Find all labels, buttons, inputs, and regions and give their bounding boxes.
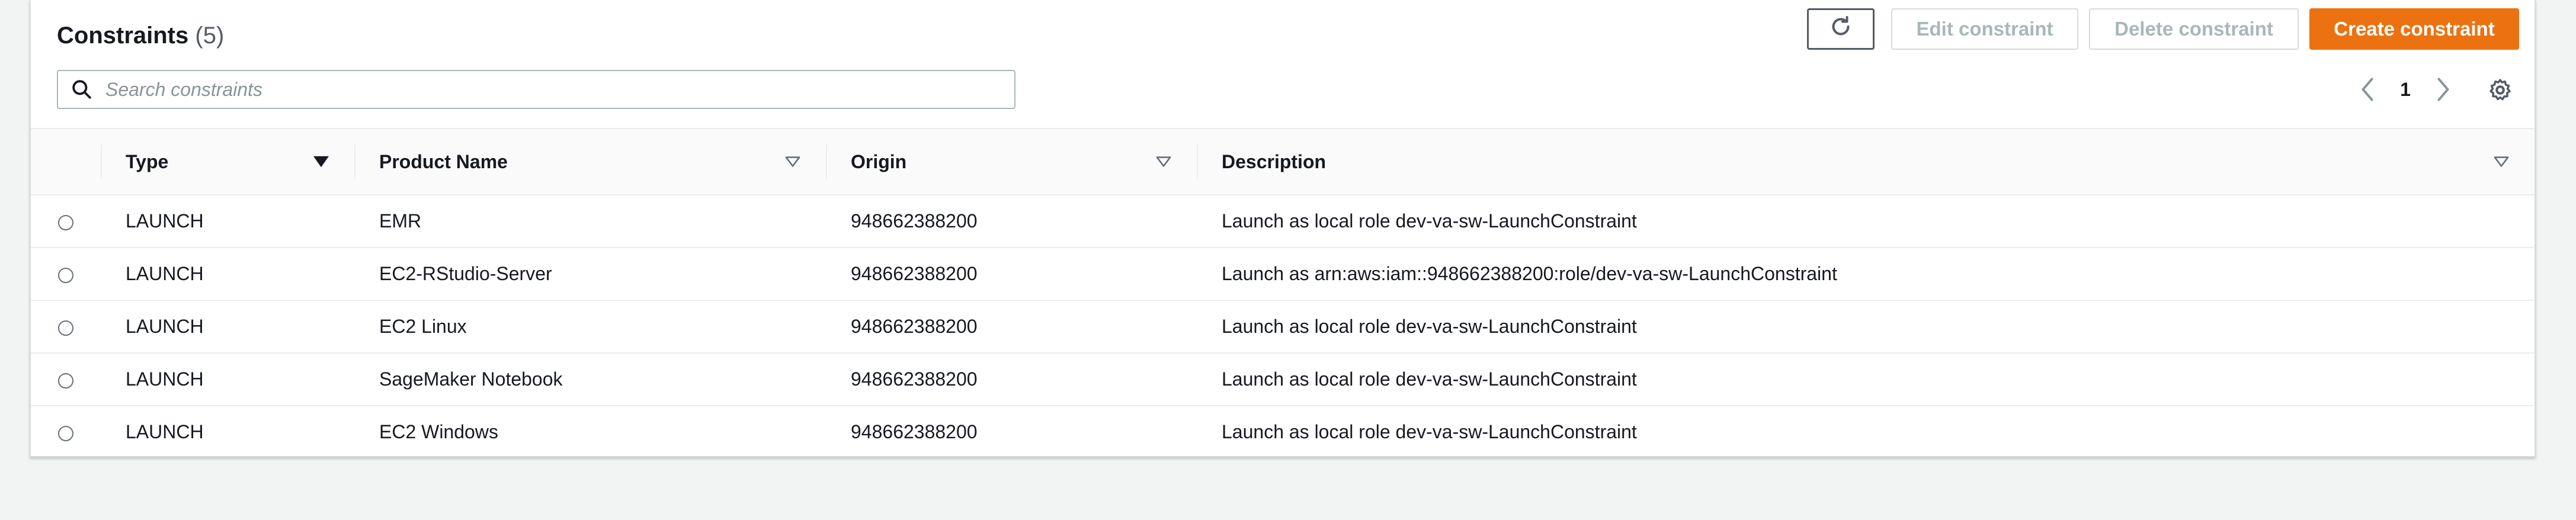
page-title: Constraints (5) — [57, 21, 224, 50]
cell-origin: 948662388200 — [851, 421, 978, 442]
cell-origin: 948662388200 — [826, 300, 1197, 354]
table-row[interactable]: LAUNCH EC2 Linux 948662388200 Launch as … — [31, 300, 2535, 354]
cell-type: LAUNCH — [101, 300, 354, 354]
column-divider — [1197, 145, 1198, 179]
select-column-header — [31, 128, 101, 195]
sort-descending-icon[interactable] — [312, 152, 331, 171]
chevron-left-icon — [2362, 78, 2373, 101]
cell-type: LAUNCH — [126, 421, 204, 442]
title-count: (5) — [195, 23, 225, 49]
search-icon — [70, 78, 94, 101]
column-header-description[interactable]: Description — [1197, 128, 2535, 195]
cell-product-name: EC2-RStudio-Server — [354, 248, 826, 301]
cell-description: Launch as local role dev-va-sw-LaunchCon… — [1197, 195, 2535, 248]
next-page-button[interactable] — [2429, 75, 2458, 104]
cell-origin: 948662388200 — [826, 195, 1197, 248]
current-page-number[interactable]: 1 — [2382, 79, 2429, 101]
row-select-cell — [31, 406, 101, 458]
cell-type: LAUNCH — [101, 195, 354, 248]
table-row[interactable]: LAUNCH EC2-RStudio-Server 948662388200 L… — [31, 248, 2535, 301]
gear-icon — [2490, 79, 2511, 101]
edit-constraint-button[interactable]: Edit constraint — [1891, 8, 2078, 50]
previous-page-button[interactable] — [2353, 75, 2382, 104]
row-select-cell — [31, 195, 101, 248]
cell-type: LAUNCH — [101, 248, 354, 301]
cell-origin: 948662388200 — [826, 353, 1197, 406]
refresh-icon — [1829, 15, 1853, 43]
panel-header: Constraints (5) Edit constraint Delete c… — [31, 0, 2535, 128]
sort-icon[interactable] — [2492, 152, 2511, 171]
refresh-button[interactable] — [1807, 8, 1875, 50]
row-radio-button[interactable] — [58, 373, 73, 389]
cell-description: Launch as local role dev-va-sw-LaunchCon… — [1222, 421, 1637, 442]
column-label-type: Type — [126, 150, 169, 172]
column-label-product-name: Product Name — [379, 150, 508, 172]
table-row[interactable]: LAUNCH SageMaker Notebook 948662388200 L… — [31, 353, 2535, 406]
column-divider — [826, 145, 827, 179]
sort-icon[interactable] — [1154, 152, 1173, 171]
constraints-table: Type Product Name Origin Description LAU… — [31, 128, 2535, 458]
delete-constraint-button[interactable]: Delete constraint — [2089, 8, 2299, 50]
cell-description: Launch as arn:aws:iam::948662388200:role… — [1197, 248, 2535, 301]
sort-icon[interactable] — [783, 152, 802, 171]
column-header-type[interactable]: Type — [101, 128, 354, 195]
column-header-product-name[interactable]: Product Name — [354, 128, 826, 195]
row-radio-button[interactable] — [58, 320, 73, 336]
constraints-panel: Constraints (5) Edit constraint Delete c… — [30, 0, 2536, 457]
title-text: Constraints — [57, 23, 189, 49]
row-select-cell — [31, 300, 101, 354]
row-radio-button[interactable] — [58, 425, 73, 441]
search-box — [57, 70, 1015, 109]
cell-product-name: EC2 Linux — [354, 300, 826, 354]
column-header-origin[interactable]: Origin — [826, 128, 1197, 195]
chevron-right-icon — [2437, 78, 2449, 101]
table-row[interactable]: LAUNCH EMR 948662388200 Launch as local … — [31, 195, 2535, 248]
cell-description: Launch as local role dev-va-sw-LaunchCon… — [1197, 300, 2535, 354]
row-select-cell — [31, 248, 101, 301]
column-label-origin: Origin — [851, 150, 907, 172]
cell-origin: 948662388200 — [826, 248, 1197, 301]
row-radio-button[interactable] — [58, 267, 73, 283]
pagination: 1 — [2353, 70, 2458, 109]
preferences-button[interactable] — [2484, 73, 2517, 107]
cell-product-name: EC2 Windows — [379, 421, 498, 442]
cell-type: LAUNCH — [101, 353, 354, 406]
create-constraint-button[interactable]: Create constraint — [2309, 8, 2519, 50]
table-header-row: Type Product Name Origin Description — [31, 128, 2535, 195]
search-input[interactable] — [104, 78, 983, 101]
column-divider — [354, 145, 355, 179]
cell-product-name: EMR — [354, 195, 826, 248]
column-label-description: Description — [1222, 150, 1327, 172]
column-divider — [101, 145, 102, 179]
row-select-cell — [31, 353, 101, 406]
cell-description: Launch as local role dev-va-sw-LaunchCon… — [1197, 353, 2535, 406]
cell-product-name: SageMaker Notebook — [354, 353, 826, 406]
row-radio-button[interactable] — [58, 214, 73, 230]
table-row[interactable]: LAUNCH EC2 Windows 948662388200 Launch a… — [31, 406, 2535, 458]
